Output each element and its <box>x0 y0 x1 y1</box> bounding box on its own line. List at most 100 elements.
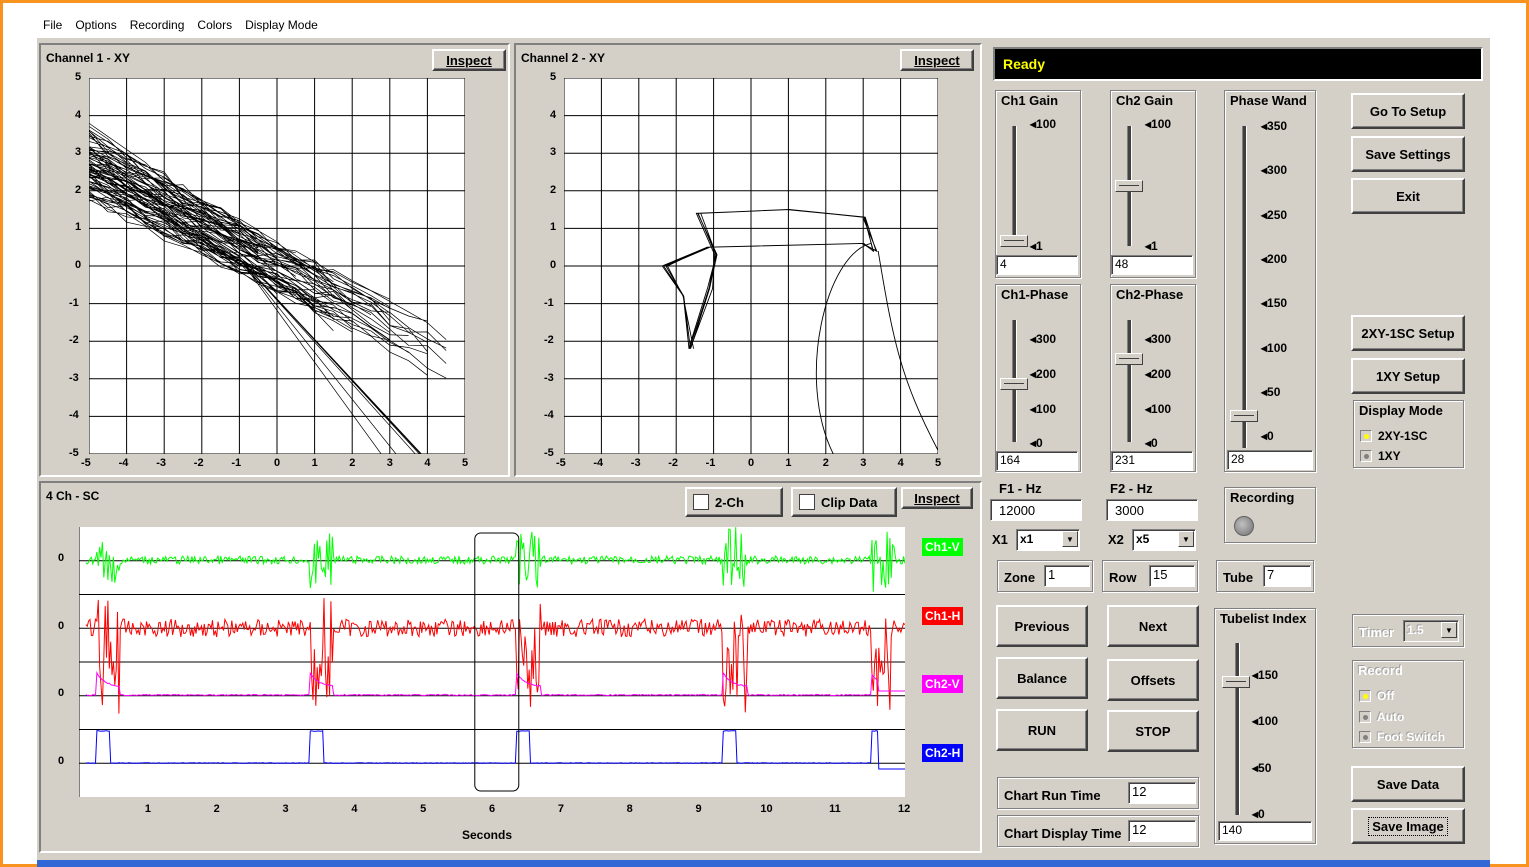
zone-value[interactable]: 1 <box>1044 565 1090 587</box>
record-group: Record Off Auto Foot Switch <box>1352 660 1464 748</box>
two-ch-checkbox[interactable]: 2-Ch <box>685 487 783 517</box>
balance-button[interactable]: Balance <box>996 657 1088 699</box>
phase-wand-group: Phase Wand ◂350 ◂300 ◂250 ◂200 ◂150 ◂100 ◂50 ◂0… <box>1224 90 1316 472</box>
two-ch-check-box[interactable] <box>693 494 709 510</box>
y-tick-label: 0 <box>550 259 557 271</box>
display-mode-option-2xy[interactable]: 2XY-1SC <box>1360 429 1427 443</box>
menu-recording[interactable]: Recording <box>124 14 192 32</box>
strip-x-tick: 4 <box>351 803 358 815</box>
ch2-gain-value[interactable]: 48 <box>1111 255 1193 275</box>
phase-wand-value[interactable]: 28 <box>1227 450 1313 470</box>
go-to-setup-button[interactable]: Go To Setup <box>1351 93 1465 129</box>
setup-1xy-button[interactable]: 1XY Setup <box>1351 358 1465 394</box>
f1-value[interactable]: 12000 <box>990 499 1082 521</box>
menu-display-mode[interactable]: Display Mode <box>239 14 325 32</box>
x-tick-label: -2 <box>668 457 678 469</box>
menu-options[interactable]: Options <box>69 14 123 32</box>
strip-x-tick: 9 <box>695 803 702 815</box>
x-tick-label: 4 <box>897 457 904 469</box>
tubelist-thumb[interactable] <box>1222 676 1250 688</box>
y-tick-label: 3 <box>550 146 557 159</box>
ch1-v-tag: Ch1-V <box>922 538 963 556</box>
recording-indicator-icon <box>1234 516 1254 536</box>
radio-2xy[interactable] <box>1360 430 1372 442</box>
ch1-phase-value[interactable]: 164 <box>996 451 1078 471</box>
clip-data-checkbox[interactable]: Clip Data <box>791 487 897 517</box>
clip-data-check-box[interactable] <box>799 494 815 510</box>
channel2-panel: Channel 2 - XY Inspect 5 4 3 2 1 0 -1 -2 -3 -4 -5 … <box>514 43 982 477</box>
chart-display-time-value[interactable]: 12 <box>1128 820 1196 842</box>
x-tick-label: 2 <box>349 457 356 469</box>
offsets-button[interactable]: Offsets <box>1107 659 1199 701</box>
f2-value[interactable]: 3000 <box>1106 499 1198 521</box>
tubelist-label-100: ◂100 <box>1252 714 1279 728</box>
phase-wand-thumb[interactable] <box>1230 410 1258 422</box>
previous-button[interactable]: Previous <box>996 605 1088 647</box>
ch1-gain-track[interactable] <box>1012 126 1017 246</box>
ch2-gain-label-top: ◂100 <box>1145 117 1172 131</box>
ch1-gain-thumb[interactable] <box>1000 235 1028 247</box>
x-tick-label: 1 <box>311 457 318 469</box>
ch2-gain-group: Ch2 Gain ◂100 ◂1 48 <box>1110 90 1196 278</box>
app-body: Channel 1 - XY Inspect 5 4 3 2 1 0 -1 -2 -3 -4 -5 … <box>37 39 1490 860</box>
ch2-gain-thumb[interactable] <box>1115 180 1143 192</box>
ch1-phase-thumb[interactable] <box>1000 378 1028 390</box>
save-settings-button[interactable]: Save Settings <box>1351 136 1465 172</box>
run-button[interactable]: RUN <box>996 709 1088 751</box>
next-button[interactable]: Next <box>1107 605 1199 647</box>
x2-select[interactable]: x5 ▼ <box>1132 529 1196 551</box>
channel2-title: Channel 2 - XY <box>521 51 606 65</box>
channel2-inspect-button[interactable]: Inspect <box>900 49 974 71</box>
tubelist-value[interactable]: 140 <box>1218 821 1312 841</box>
ch1-h-tag: Ch1-H <box>922 607 964 625</box>
strip-y-label: 0 <box>58 687 65 699</box>
y-tick-label: 2 <box>550 183 557 196</box>
channel1-title: Channel 1 - XY <box>46 51 131 65</box>
strip-chart-panel: 4 Ch - SC 2-Ch Clip Data Inspect 0000 12… <box>39 481 982 853</box>
strip-x-tick: 11 <box>829 803 841 815</box>
save-data-button[interactable]: Save Data <box>1351 766 1465 802</box>
y-tick-label: -4 <box>69 409 79 422</box>
record-option-foot-switch: Foot Switch <box>1359 730 1445 744</box>
row-value[interactable]: 15 <box>1149 565 1195 587</box>
display-mode-option-1xy[interactable]: 1XY <box>1360 449 1401 463</box>
record-title: Record <box>1358 663 1403 678</box>
save-image-button[interactable]: Save Image <box>1351 808 1465 844</box>
phase-wand-track[interactable] <box>1242 126 1247 448</box>
stop-button[interactable]: STOP <box>1107 710 1199 752</box>
exit-button[interactable]: Exit <box>1351 178 1465 214</box>
tube-value[interactable]: 7 <box>1263 565 1311 587</box>
strip-inspect-button[interactable]: Inspect <box>901 487 973 509</box>
y-tick-label: -5 <box>544 447 554 459</box>
chart-run-time-value[interactable]: 12 <box>1128 782 1196 804</box>
y-tick-label: 1 <box>550 221 557 234</box>
menu-file[interactable]: File <box>37 14 69 32</box>
status-text: Ready <box>1003 56 1046 72</box>
tubelist-index-group: Tubelist Index ◂150 ◂100 ◂50 ◂0 140 <box>1214 608 1316 844</box>
menu-colors[interactable]: Colors <box>191 14 239 32</box>
ch2-phase-track[interactable] <box>1127 320 1132 442</box>
chevron-down-icon[interactable]: ▼ <box>1178 531 1194 547</box>
strip-x-tick: 12 <box>898 803 911 815</box>
y-tick-label: 4 <box>75 108 82 121</box>
display-mode-title: Display Mode <box>1359 403 1443 418</box>
channel1-inspect-button[interactable]: Inspect <box>432 49 506 71</box>
ch1-gain-value[interactable]: 4 <box>996 255 1078 275</box>
x-tick-label: -4 <box>593 457 604 469</box>
ch2-phase-thumb[interactable] <box>1115 353 1143 365</box>
ch1-phase-label-100: ◂100 <box>1030 402 1057 416</box>
phase-wand-title: Phase Wand <box>1230 93 1307 108</box>
tubelist-track[interactable] <box>1235 643 1240 815</box>
timer-label: Timer <box>1359 625 1395 640</box>
chevron-down-icon[interactable]: ▼ <box>1062 531 1078 547</box>
radio-1xy[interactable] <box>1360 450 1372 462</box>
zone-group: Zone 1 <box>997 560 1093 592</box>
x-tick-label: -3 <box>156 457 166 469</box>
ch1-phase-label-0: ◂0 <box>1030 436 1043 450</box>
phase-wand-label: ◂0 <box>1261 429 1274 444</box>
setup-2xy-button[interactable]: 2XY-1SC Setup <box>1351 315 1465 351</box>
ch1-phase-label-200: ◂200 <box>1030 367 1057 381</box>
ch2-phase-value[interactable]: 231 <box>1111 451 1193 471</box>
x1-select[interactable]: x1 ▼ <box>1016 529 1080 551</box>
x-tick-label: -5 <box>556 457 566 469</box>
